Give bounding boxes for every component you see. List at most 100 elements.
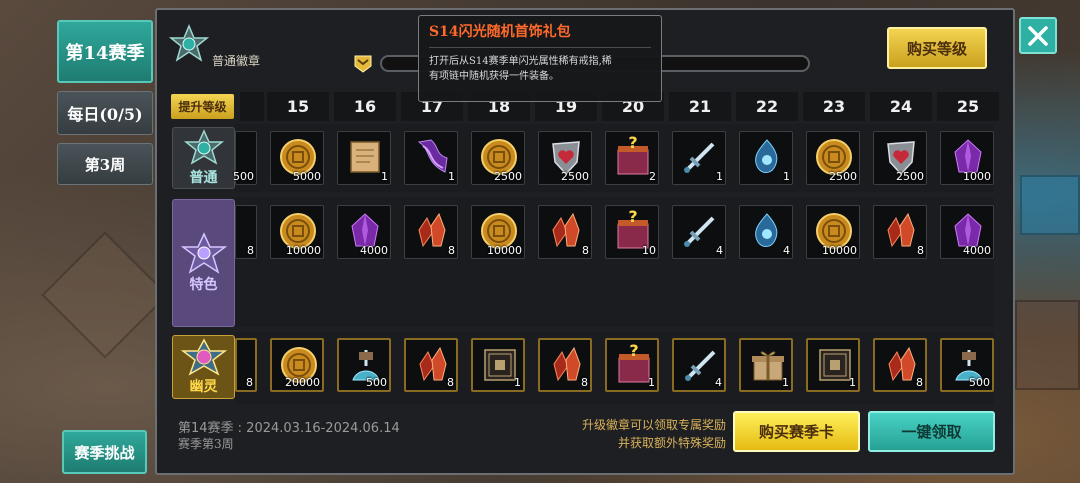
close-icon [1028, 25, 1048, 46]
reward-slot[interactable]: 8 [404, 205, 458, 259]
scroll-icon [350, 141, 380, 173]
reward-slot[interactable]: 10000 [806, 205, 860, 259]
level-number: 16 [334, 92, 396, 121]
level-chevron-icon [352, 52, 374, 74]
reward-slot[interactable]: 10000 [471, 205, 525, 259]
reward-slot[interactable]: 1 [404, 131, 458, 185]
reward-slot[interactable]: 2500 [538, 131, 592, 185]
svg-text:?: ? [628, 136, 637, 152]
reward-slot[interactable]: 2500 [471, 131, 525, 185]
tooltip-description-line: 有项链中随机获得一件装备。 [429, 71, 559, 82]
red-crystal-icon [552, 212, 580, 248]
reward-quantity: 20000 [285, 376, 320, 389]
tooltip-title: S14闪光随机首饰礼包 [429, 24, 571, 40]
reward-quantity: 4 [716, 244, 723, 257]
reward-slot[interactable]: 500 [940, 338, 994, 392]
reward-quantity: 2500 [561, 170, 589, 183]
reward-quantity: 500 [969, 376, 990, 389]
level-number: 22 [736, 92, 798, 121]
reward-quantity: 10 [642, 244, 656, 257]
reward-quantity: 500 [366, 376, 387, 389]
reward-slot[interactable]: 1000 [940, 131, 994, 185]
reward-slot[interactable]: 10000 [270, 205, 324, 259]
sword-icon [684, 216, 715, 247]
reward-slot[interactable]: 1 [739, 338, 793, 392]
reward-quantity: 1 [783, 170, 790, 183]
season-challenge-button[interactable]: 赛季挑战 [62, 430, 147, 474]
svg-text:?: ? [629, 344, 638, 360]
tier-label-text: 普通 [189, 170, 218, 186]
reward-slot[interactable]: 1 [471, 338, 525, 392]
reward-slot[interactable]: 5000 [270, 131, 324, 185]
reward-slot[interactable]: 4 [672, 338, 726, 392]
reward-slot[interactable]: 2500 [873, 131, 927, 185]
claim-all-button[interactable]: 一键领取 [868, 411, 995, 452]
level-number: 15 [267, 92, 329, 121]
reward-slot[interactable]: 500 [337, 338, 391, 392]
reward-slot-partial[interactable]: 500 [233, 131, 257, 185]
reward-slot[interactable]: 1 [739, 131, 793, 185]
reward-slot[interactable]: 8 [873, 338, 927, 392]
reward-slot[interactable]: 4 [739, 205, 793, 259]
mystery-box-icon: ? [617, 136, 649, 175]
raise-level-button[interactable]: 提升等级 [171, 94, 234, 119]
reward-quantity: 10000 [487, 244, 522, 257]
tooltip-description-line: 打开后从S14赛季单闪光属性稀有戒指,稀 [429, 56, 612, 67]
reward-slot-partial[interactable]: 8 [235, 338, 257, 392]
reward-slot[interactable]: ? 10 [605, 205, 659, 259]
tier-ghost: 幽灵 [172, 335, 235, 399]
reward-quantity: 1 [782, 376, 789, 389]
reward-quantity: 1 [448, 170, 455, 183]
reward-slot[interactable]: 1 [806, 338, 860, 392]
reward-slot[interactable]: 4000 [940, 205, 994, 259]
tier-rare: 特色 [172, 199, 235, 327]
reward-quantity: 2500 [494, 170, 522, 183]
badge-emblem-icon [167, 24, 211, 68]
reward-quantity: 8 [246, 376, 253, 389]
reward-slot[interactable]: 4 [672, 205, 726, 259]
reward-quantity: 5000 [293, 170, 321, 183]
reward-slot[interactable]: 8 [538, 205, 592, 259]
close-button[interactable] [1019, 17, 1057, 54]
reward-quantity: 8 [448, 244, 455, 257]
tab-week[interactable]: 第3周 [57, 143, 153, 185]
reward-slot[interactable]: 20000 [270, 338, 324, 392]
reward-slot[interactable]: 4000 [337, 205, 391, 259]
tooltip-divider [429, 47, 651, 48]
reward-quantity: 8 [447, 376, 454, 389]
sword-icon [684, 142, 715, 173]
reward-quantity: 1 [716, 170, 723, 183]
reward-slot[interactable]: ? 2 [605, 131, 659, 185]
reward-slot[interactable]: 2500 [806, 131, 860, 185]
normal-badge-icon [183, 129, 224, 165]
reward-quantity: 4 [783, 244, 790, 257]
reward-quantity: 4000 [963, 244, 991, 257]
reward-slot-partial[interactable]: 8 [235, 205, 257, 259]
reward-slot[interactable]: 8 [538, 338, 592, 392]
level-number: 23 [803, 92, 865, 121]
reward-slot[interactable]: ? 1 [605, 338, 659, 392]
background-tile [1015, 300, 1080, 390]
reward-quantity: 1000 [963, 170, 991, 183]
ghost-badge-icon [180, 338, 227, 376]
tab-daily[interactable]: 每日(0/5) [57, 91, 153, 135]
reward-quantity: 500 [233, 170, 254, 183]
level-number: 21 [669, 92, 731, 121]
tier-label-text: 幽灵 [189, 379, 218, 395]
tab-season[interactable]: 第14赛季 [57, 20, 153, 83]
red-crystal-icon [887, 212, 915, 248]
reward-slot[interactable]: 8 [873, 205, 927, 259]
reward-slot[interactable]: 1 [337, 131, 391, 185]
reward-quantity: 8 [916, 376, 923, 389]
background-tile [1020, 175, 1080, 235]
reward-quantity: 8 [247, 244, 254, 257]
level-number: 25 [937, 92, 999, 121]
reward-quantity: 8 [917, 244, 924, 257]
reward-slot[interactable]: 8 [404, 338, 458, 392]
tier-label-text: 特色 [189, 277, 218, 293]
reward-slot[interactable]: 1 [672, 131, 726, 185]
svg-text:?: ? [628, 210, 637, 226]
buy-level-button[interactable]: 购买等级 [887, 27, 987, 69]
rare-badge-icon [180, 232, 227, 274]
buy-season-card-button[interactable]: 购买赛季卡 [733, 411, 860, 452]
